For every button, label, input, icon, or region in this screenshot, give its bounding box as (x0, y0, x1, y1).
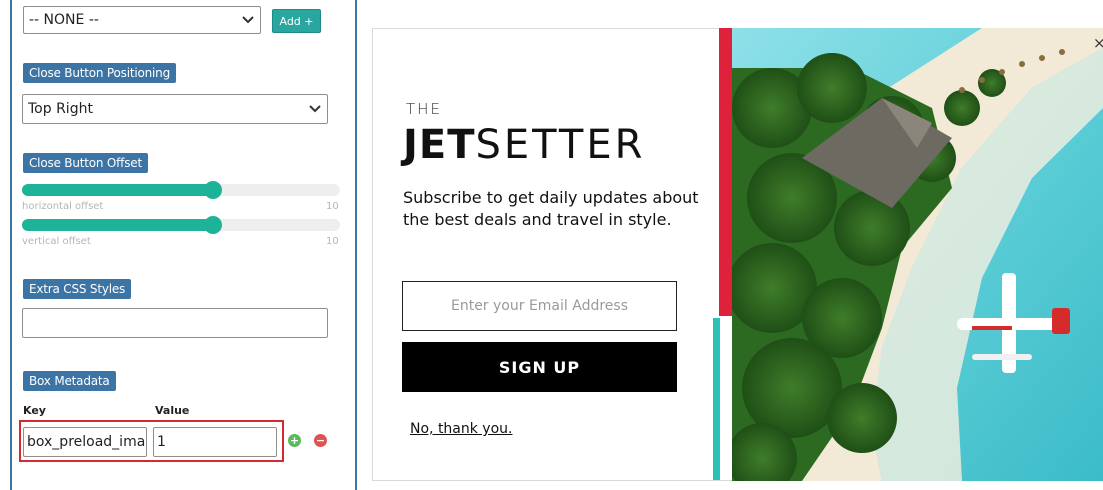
island-photo (732, 28, 1103, 481)
popup-subtitle: Subscribe to get daily updates about the… (403, 188, 699, 229)
vertical-offset-max: 10 (326, 236, 339, 247)
vertical-offset-fill (22, 219, 213, 231)
box-select[interactable]: -- NONE -- (23, 6, 261, 34)
horizontal-offset-slider[interactable] (22, 181, 340, 199)
panel-border-left (10, 0, 12, 490)
chevron-down-icon (242, 16, 254, 24)
decline-link[interactable]: No, thank you. (410, 421, 512, 437)
close-offset-label: Close Button Offset (23, 153, 148, 173)
email-input[interactable]: Enter your Email Address (402, 281, 677, 331)
close-position-label: Close Button Positioning (23, 63, 176, 83)
box-metadata-label: Box Metadata (23, 371, 116, 391)
popup-accent-red (719, 28, 732, 316)
horizontal-offset-fill (22, 184, 213, 196)
extra-css-input[interactable] (22, 308, 328, 338)
brand-prefix: THE (406, 100, 442, 118)
horizontal-offset-handle[interactable] (203, 181, 222, 199)
horizontal-offset-max: 10 (326, 201, 339, 212)
email-placeholder: Enter your Email Address (450, 298, 628, 314)
metadata-key-header: Key (23, 404, 46, 417)
close-icon[interactable]: × (1093, 34, 1103, 52)
brand-setter: SETTER (475, 122, 646, 168)
minus-circle-icon[interactable]: − (314, 434, 327, 447)
close-position-value: Top Right (28, 101, 93, 117)
vertical-offset-slider[interactable] (22, 216, 340, 234)
brand-logo: JETSETTER (403, 122, 645, 168)
metadata-value-header: Value (155, 404, 190, 417)
brand-jet: JET (403, 122, 476, 168)
vertical-offset-handle[interactable] (203, 216, 222, 234)
extra-css-label: Extra CSS Styles (23, 279, 132, 299)
vertical-offset-label: vertical offset (22, 236, 91, 247)
box-select-value: -- NONE -- (29, 12, 99, 28)
panel-border-right (355, 0, 357, 490)
settings-panel: -- NONE -- Add + Close Button Positionin… (0, 0, 357, 490)
add-button[interactable]: Add + (272, 9, 321, 33)
chevron-down-icon (309, 105, 321, 113)
signup-button[interactable]: SIGN UP (402, 342, 677, 392)
island-photo-art (732, 28, 1103, 481)
metadata-value-input[interactable]: 1 (153, 427, 277, 457)
plus-circle-icon[interactable]: + (288, 434, 301, 447)
metadata-key-input[interactable]: box_preload_image (23, 427, 147, 457)
horizontal-offset-label: horizontal offset (22, 201, 104, 212)
popup-accent-teal (713, 318, 720, 480)
close-position-select[interactable]: Top Right (22, 94, 328, 124)
